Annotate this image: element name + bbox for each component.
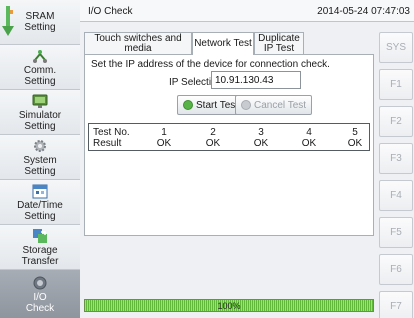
- test-progress-bar: 100%: [84, 299, 374, 312]
- start-test-button[interactable]: Start Test: [177, 95, 245, 115]
- simulator-icon: [32, 94, 48, 108]
- test-result: OK: [301, 138, 317, 149]
- test-number: 4: [306, 127, 312, 138]
- tab-label: Touch switches and media: [94, 32, 182, 54]
- tab-label: Duplicate IP Test: [258, 32, 300, 54]
- storage-icon: [33, 228, 47, 243]
- cancel-test-button[interactable]: Cancel Test: [235, 95, 313, 115]
- sidebar-item-label: Date/Time Setting: [17, 199, 63, 222]
- sidebar-item-label: Storage Transfer: [21, 244, 59, 267]
- sidebar-item-sram-setting[interactable]: SRAM Setting: [0, 0, 80, 45]
- gear-icon: [34, 139, 46, 152]
- progress-percent-label: 100%: [217, 301, 241, 311]
- sidebar-item-label: Simulator Setting: [18, 109, 62, 132]
- test-result: OK: [347, 138, 363, 149]
- test-number: 3: [258, 127, 264, 138]
- function-key-sys[interactable]: SYS: [379, 32, 413, 63]
- sidebar-item-label: SRAM Setting: [24, 11, 56, 33]
- date-time-display: 2014-05-24 07:47:03: [317, 6, 410, 17]
- function-key-column: SYS F1 F2 F3 F4 F5 F6 F7: [376, 22, 414, 318]
- sidebar-item-comm-setting[interactable]: Comm. Setting: [0, 45, 80, 90]
- function-key-f3[interactable]: F3: [379, 143, 413, 174]
- sidebar: SRAM Setting Comm. Setting Simulator Set…: [0, 0, 80, 318]
- sram-arrow-icon: [2, 6, 14, 36]
- page-title: I/O Check: [88, 6, 133, 17]
- main-panel: Touch switches and media Network Test Du…: [80, 22, 376, 318]
- io-icon: [33, 276, 47, 289]
- test-number: 1: [161, 127, 167, 138]
- sidebar-item-storage-transfer[interactable]: Storage Transfer: [0, 225, 80, 270]
- calendar-icon: [32, 184, 48, 198]
- tab-touch-switches-and-media[interactable]: Touch switches and media: [84, 32, 192, 54]
- start-test-label: Start Test: [196, 99, 239, 111]
- cancel-icon: [241, 100, 251, 110]
- tab-network-test[interactable]: Network Test: [192, 32, 254, 55]
- sidebar-item-label: System Setting: [23, 154, 57, 177]
- ip-address-input[interactable]: [211, 71, 301, 89]
- function-key-f2[interactable]: F2: [379, 106, 413, 137]
- test-no-header: Test No.: [93, 127, 130, 138]
- sidebar-item-io-check[interactable]: I/O Check: [0, 270, 80, 318]
- sidebar-item-label: Comm. Setting: [23, 64, 57, 87]
- function-key-f1[interactable]: F1: [379, 69, 413, 100]
- start-icon: [183, 100, 193, 110]
- cancel-test-label: Cancel Test: [254, 99, 307, 111]
- test-result: OK: [205, 138, 221, 149]
- instruction-text: Set the IP address of the device for con…: [91, 59, 330, 70]
- sidebar-item-system-setting[interactable]: System Setting: [0, 135, 80, 180]
- test-number: 5: [352, 127, 358, 138]
- test-result: OK: [253, 138, 269, 149]
- test-results-table: Test No. Result 1 OK 2 OK 3 OK 4 OK 5 OK: [88, 123, 370, 151]
- sidebar-item-datetime-setting[interactable]: Date/Time Setting: [0, 180, 80, 225]
- network-test-panel: Set the IP address of the device for con…: [84, 54, 374, 236]
- sidebar-item-label: I/O Check: [25, 291, 55, 314]
- function-key-f5[interactable]: F5: [379, 217, 413, 248]
- test-number: 2: [210, 127, 216, 138]
- test-result: OK: [156, 138, 172, 149]
- header-bar: I/O Check 2014-05-24 07:47:03: [80, 0, 414, 22]
- comm-icon: [33, 49, 47, 63]
- function-key-f4[interactable]: F4: [379, 180, 413, 211]
- sidebar-item-simulator-setting[interactable]: Simulator Setting: [0, 90, 80, 135]
- function-key-f6[interactable]: F6: [379, 254, 413, 285]
- result-header: Result: [93, 138, 122, 149]
- function-key-f7[interactable]: F7: [379, 291, 413, 318]
- tab-label: Network Test: [194, 38, 252, 49]
- tab-duplicate-ip-test[interactable]: Duplicate IP Test: [254, 32, 304, 54]
